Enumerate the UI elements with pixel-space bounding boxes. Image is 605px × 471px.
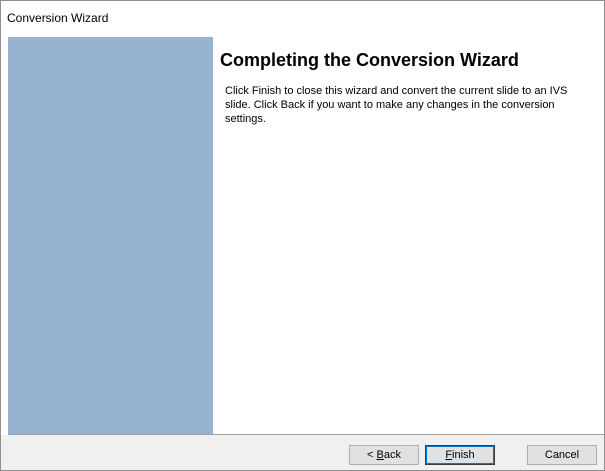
page-heading: Completing the Conversion Wizard bbox=[220, 50, 519, 70]
back-button-prefix: < bbox=[367, 449, 377, 461]
back-button-label-rest: ack bbox=[383, 449, 401, 461]
page-description: Click Finish to close this wizard and co… bbox=[225, 85, 568, 125]
wizard-side-panel bbox=[8, 37, 213, 434]
finish-button-label-rest: inish bbox=[452, 449, 475, 461]
conversion-wizard-window: Conversion Wizard Completing the Convers… bbox=[0, 0, 605, 471]
cancel-button[interactable]: Cancel bbox=[527, 445, 597, 465]
window-title: Conversion Wizard bbox=[7, 11, 109, 25]
back-button[interactable]: < Back bbox=[349, 445, 419, 465]
wizard-content-panel: Completing the Conversion Wizard Click F… bbox=[213, 37, 604, 434]
back-button-mnemonic: B bbox=[376, 449, 384, 461]
title-bar[interactable]: Conversion Wizard bbox=[1, 1, 604, 36]
finish-button[interactable]: Finish bbox=[425, 445, 495, 465]
wizard-footer: < Back Finish Cancel bbox=[1, 435, 604, 470]
